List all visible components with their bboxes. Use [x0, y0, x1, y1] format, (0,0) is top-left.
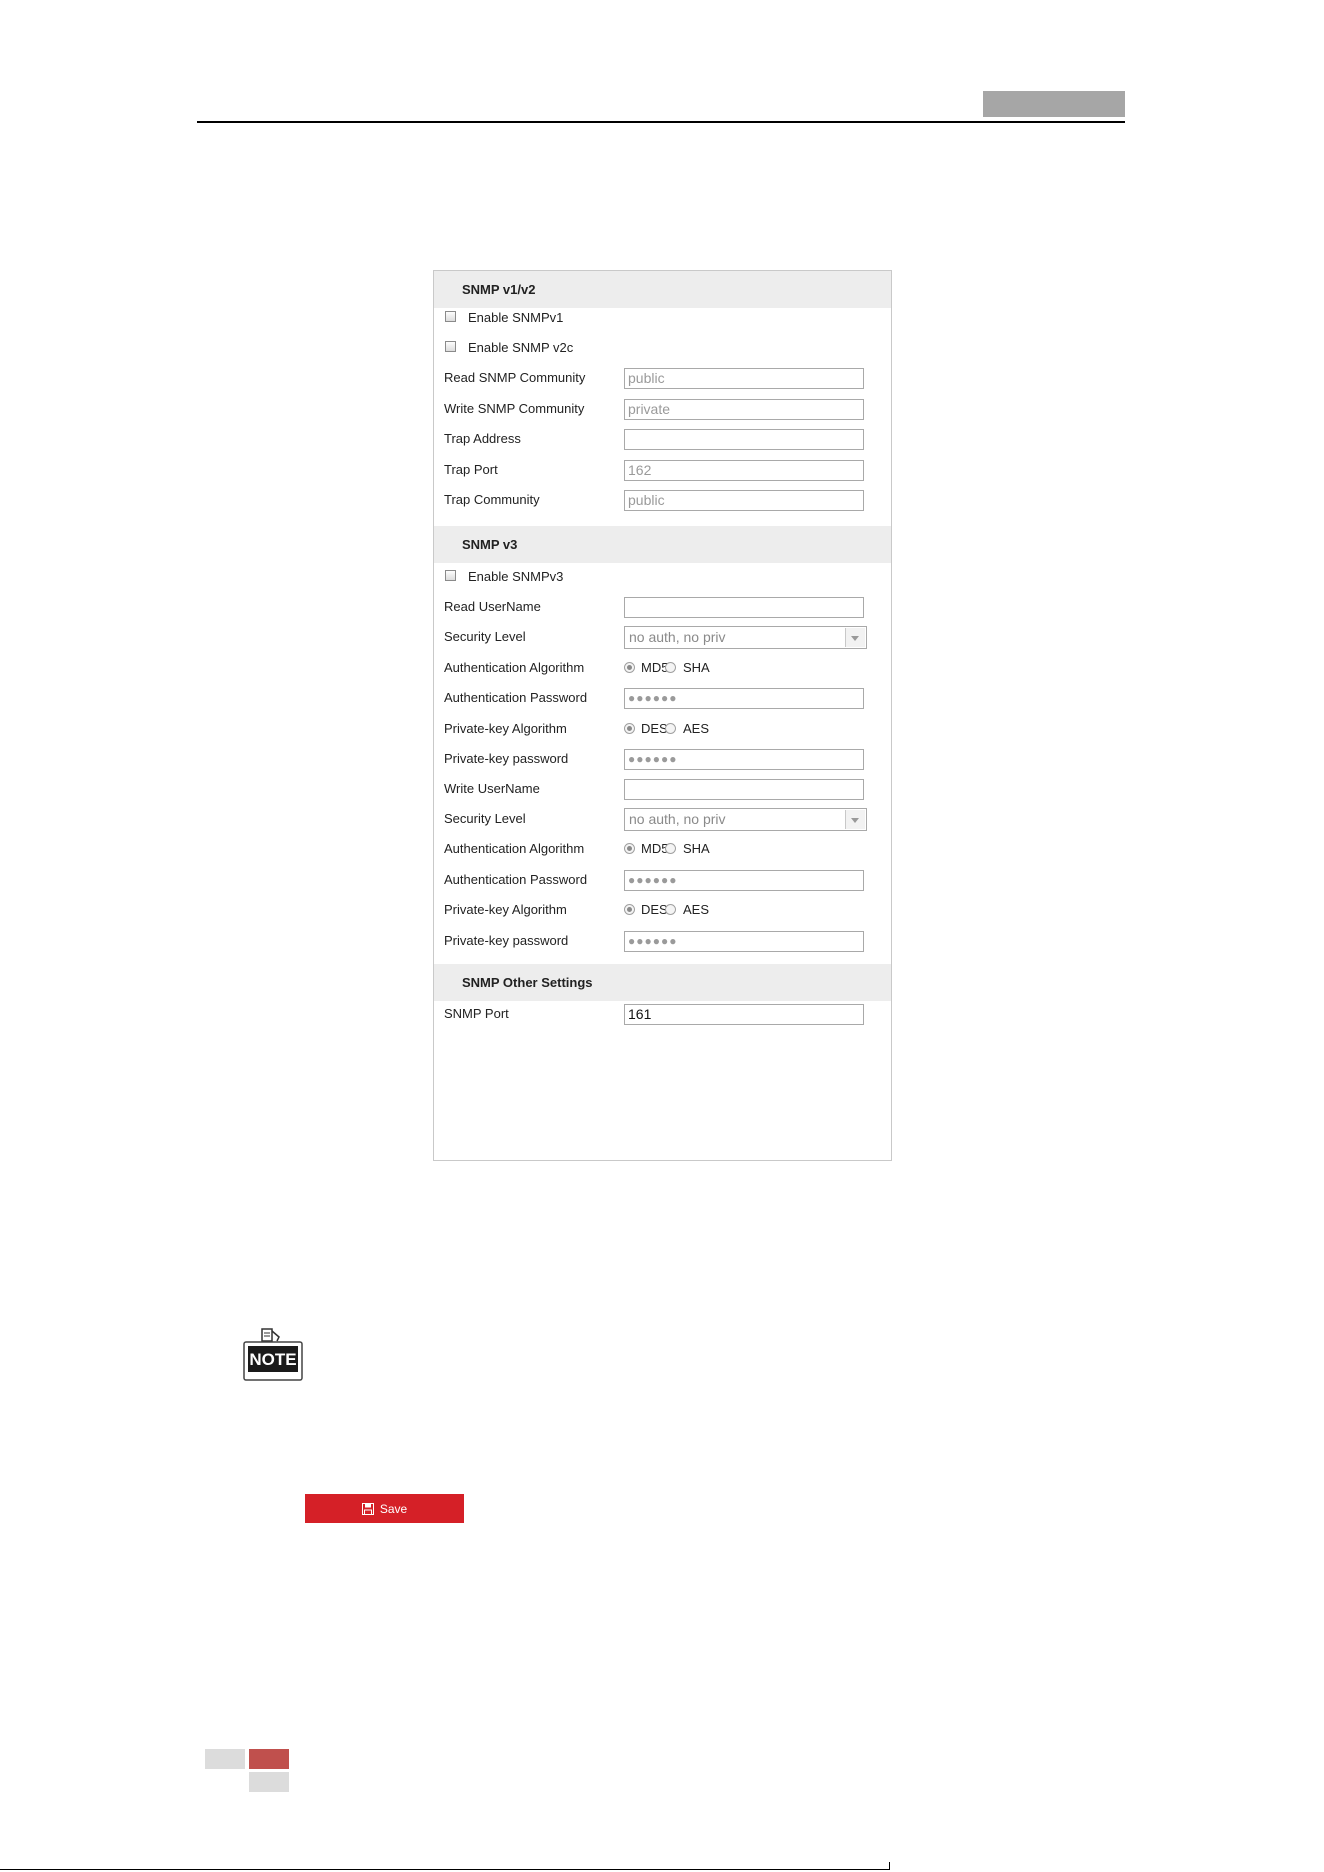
- write-privkey-password-row: Private-key password ●●●●●●: [444, 930, 884, 952]
- header-tab-decoration: [983, 91, 1125, 117]
- enable-snmpv3-row: Enable SNMPv3: [444, 566, 884, 588]
- write-security-level-label: Security Level: [444, 811, 526, 826]
- write-auth-algorithm-row: Authentication Algorithm MD5 SHA: [444, 838, 884, 860]
- read-privkey-algorithm-row: Private-key Algorithm DES AES: [444, 718, 884, 740]
- enable-snmpv3-label: Enable SNMPv3: [468, 569, 564, 584]
- chevron-down-icon[interactable]: [845, 628, 865, 647]
- read-security-level-select[interactable]: no auth, no priv: [624, 626, 867, 649]
- read-community-label: Read SNMP Community: [444, 370, 586, 385]
- read-username-label: Read UserName: [444, 599, 541, 614]
- trap-port-row: Trap Port 162: [444, 459, 884, 481]
- footer-block-red: [249, 1749, 289, 1769]
- write-auth-password-input[interactable]: ●●●●●●: [624, 870, 864, 891]
- write-username-input[interactable]: [624, 779, 864, 800]
- read-security-level-value: no auth, no priv: [629, 629, 726, 645]
- header-rule: [197, 121, 1125, 123]
- save-button[interactable]: Save: [305, 1494, 464, 1523]
- snmp-settings-panel: SNMP v1/v2 Enable SNMPv1 Enable SNMP v2c…: [433, 270, 892, 1161]
- write-privkey-algorithm-row: Private-key Algorithm DES AES: [444, 899, 884, 921]
- enable-snmpv2c-checkbox[interactable]: [445, 341, 456, 352]
- write-auth-algorithm-label: Authentication Algorithm: [444, 841, 585, 856]
- read-auth-sha-radio[interactable]: [665, 662, 676, 673]
- footer-rule: [0, 1869, 890, 1870]
- chevron-down-icon[interactable]: [845, 810, 865, 829]
- snmp-port-input[interactable]: 161: [624, 1004, 864, 1025]
- section-header-snmp-v1v2: SNMP v1/v2: [434, 271, 891, 308]
- read-security-level-label: Security Level: [444, 629, 526, 644]
- write-security-level-select[interactable]: no auth, no priv: [624, 808, 867, 831]
- enable-snmpv3-checkbox[interactable]: [445, 570, 456, 581]
- write-username-label: Write UserName: [444, 781, 540, 796]
- write-auth-sha-radio[interactable]: [665, 843, 676, 854]
- trap-address-input[interactable]: [624, 429, 864, 450]
- trap-community-label: Trap Community: [444, 492, 540, 507]
- write-privkey-algorithm-label: Private-key Algorithm: [444, 902, 567, 917]
- section-header-snmp-other: SNMP Other Settings: [434, 964, 891, 1001]
- read-username-row: Read UserName: [444, 596, 884, 618]
- read-privkey-des-radio[interactable]: [624, 723, 635, 734]
- read-auth-sha-label: SHA: [683, 660, 710, 675]
- read-auth-algorithm-row: Authentication Algorithm MD5 SHA: [444, 657, 884, 679]
- read-auth-password-label: Authentication Password: [444, 690, 588, 705]
- snmp-port-row: SNMP Port 161: [444, 1003, 884, 1025]
- trap-port-label: Trap Port: [444, 462, 498, 477]
- read-username-input[interactable]: [624, 597, 864, 618]
- section-header-snmp-v3: SNMP v3: [434, 526, 891, 563]
- write-auth-sha-label: SHA: [683, 841, 710, 856]
- svg-text:NOTE: NOTE: [249, 1350, 296, 1369]
- floppy-disk-icon: [361, 1502, 374, 1515]
- read-community-row: Read SNMP Community public: [444, 367, 884, 389]
- read-auth-password-input[interactable]: ●●●●●●: [624, 688, 864, 709]
- read-privkey-password-label: Private-key password: [444, 751, 569, 766]
- write-security-level-row: Security Level no auth, no priv: [444, 808, 884, 831]
- read-privkey-algorithm-label: Private-key Algorithm: [444, 721, 567, 736]
- write-privkey-password-input[interactable]: ●●●●●●: [624, 931, 864, 952]
- write-auth-md5-radio[interactable]: [624, 843, 635, 854]
- read-privkey-password-input[interactable]: ●●●●●●: [624, 749, 864, 770]
- trap-community-row: Trap Community public: [444, 489, 884, 511]
- read-security-level-row: Security Level no auth, no priv: [444, 626, 884, 649]
- write-privkey-des-radio[interactable]: [624, 904, 635, 915]
- save-button-label: Save: [379, 1501, 408, 1516]
- enable-snmpv2c-label: Enable SNMP v2c: [468, 340, 574, 355]
- footer-block-grey: [205, 1749, 245, 1769]
- read-community-input[interactable]: public: [624, 368, 864, 389]
- trap-address-row: Trap Address: [444, 428, 884, 450]
- write-community-label: Write SNMP Community: [444, 401, 585, 416]
- read-privkey-aes-radio[interactable]: [665, 723, 676, 734]
- write-auth-password-label: Authentication Password: [444, 872, 588, 887]
- footer-block-grey-lower: [249, 1772, 289, 1792]
- write-privkey-des-label: DES: [641, 902, 668, 917]
- read-privkey-password-row: Private-key password ●●●●●●: [444, 748, 884, 770]
- write-privkey-aes-label: AES: [683, 902, 710, 917]
- note-icon: NOTE: [243, 1327, 305, 1383]
- write-auth-password-row: Authentication Password ●●●●●●: [444, 869, 884, 891]
- footer-rule-tick: [889, 1862, 890, 1870]
- enable-snmpv1-checkbox[interactable]: [445, 311, 456, 322]
- enable-snmpv1-row: Enable SNMPv1: [444, 307, 884, 329]
- write-privkey-password-label: Private-key password: [444, 933, 569, 948]
- write-community-input[interactable]: private: [624, 399, 864, 420]
- write-community-row: Write SNMP Community private: [444, 398, 884, 420]
- write-username-row: Write UserName: [444, 778, 884, 800]
- read-auth-algorithm-label: Authentication Algorithm: [444, 660, 585, 675]
- enable-snmpv1-label: Enable SNMPv1: [468, 310, 564, 325]
- trap-address-label: Trap Address: [444, 431, 521, 446]
- trap-port-input[interactable]: 162: [624, 460, 864, 481]
- trap-community-input[interactable]: public: [624, 490, 864, 511]
- write-privkey-aes-radio[interactable]: [665, 904, 676, 915]
- read-privkey-aes-label: AES: [683, 721, 710, 736]
- read-auth-md5-radio[interactable]: [624, 662, 635, 673]
- write-security-level-value: no auth, no priv: [629, 811, 726, 827]
- read-auth-password-row: Authentication Password ●●●●●●: [444, 687, 884, 709]
- enable-snmpv2c-row: Enable SNMP v2c: [444, 337, 884, 359]
- read-privkey-des-label: DES: [641, 721, 668, 736]
- snmp-port-label: SNMP Port: [444, 1006, 509, 1021]
